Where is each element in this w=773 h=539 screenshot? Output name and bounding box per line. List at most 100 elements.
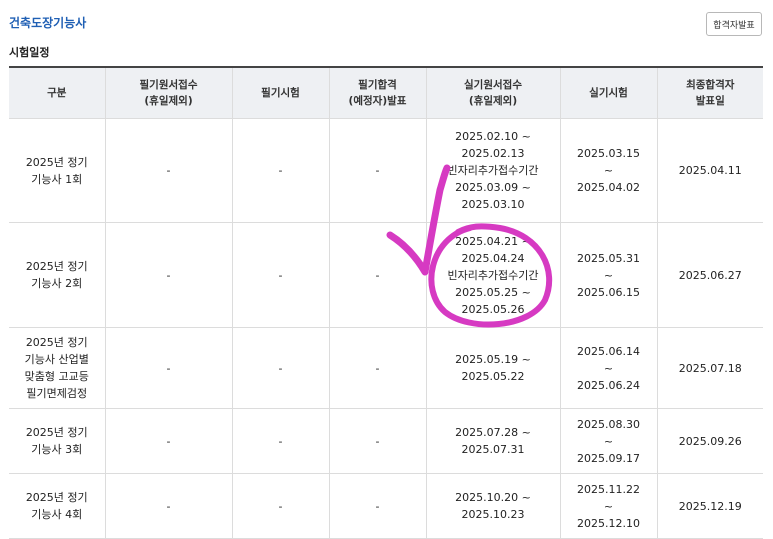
cell-text: - (375, 268, 380, 282)
cell-text: 2025.06.27 (678, 268, 742, 282)
cell-text: - (278, 361, 283, 375)
cell-text: 2025.12.19 (678, 499, 742, 513)
cell-practical-exam: 2025.03.15 ~2025.04.02 (559, 118, 658, 223)
cell-text: - (278, 164, 283, 177)
cell-written-application: - (104, 408, 233, 474)
cell-text: ~ (603, 361, 614, 375)
header-written-pass: 필기합격 (예정자)발표 (328, 66, 427, 119)
cell-final-pass: 2025.12.19 (656, 473, 763, 539)
cell-practical-application: 2025.07.28 ~ 2025.07.31 (425, 408, 561, 474)
cell-text: - (278, 499, 283, 513)
cell-written-application: - (104, 222, 233, 328)
cell-text: 2025.06.24 (577, 378, 640, 392)
cell-text: - (166, 361, 171, 375)
page-title: 건축도장기능사 (9, 16, 87, 30)
cell-final-pass: 2025.06.27 (656, 222, 763, 328)
cell-text: 2025.04.11 (678, 164, 742, 177)
cell-final-pass: 2025.04.11 (656, 118, 763, 223)
cell-text: 2025.02.10 ~ (455, 130, 531, 143)
cell-text: 2025년 정기 (25, 426, 88, 439)
cell-written-application: - (104, 473, 233, 539)
cell-text: 2025.09.17 (577, 451, 640, 465)
cell-practical-exam: 2025.06.14 ~2025.06.24 (559, 327, 658, 409)
cell-text: 빈자리추가접수기간 (447, 164, 539, 177)
header-written-exam: 필기시험 (231, 66, 330, 119)
table-row: 2025년 정기 기능사 3회 - - -2025.07.28 ~2025.07.31 2… (9, 408, 763, 474)
cell-text: 구분 (47, 87, 67, 99)
cell-text: 2025년 정기 (25, 260, 88, 273)
cell-text: - (375, 499, 380, 513)
cell-text: 2025.04.21 ~ (455, 234, 531, 248)
header-final-pass: 최종합격자발표일 (656, 66, 763, 119)
cell-text: 필기원서접수 (139, 79, 198, 91)
cell-category: 2025년 정기기능사 4회 (9, 473, 106, 539)
cell-text: 최종합격자 (686, 79, 735, 91)
result-announcement-button[interactable]: 합격자발표 (706, 12, 762, 36)
cell-text: 2025.09.26 (678, 434, 742, 448)
cell-text: 2025년 정기 (25, 491, 88, 504)
cell-written-pass: - (328, 327, 427, 409)
table-row: 2025년 정기 기능사 2회 - - - 2025.04.21 ~ 2025.04.24 빈… (9, 222, 763, 328)
cell-text: (휴일제외) (144, 95, 193, 107)
cell-text: 2025.03.15 (577, 147, 640, 160)
cell-practical-exam: 2025.08.30 ~2025.09.17 (559, 408, 658, 474)
table-row: 2025년 정기 기능사 1회 - - - 2025.02.10 ~ 2025.02.13 빈… (9, 118, 763, 223)
cell-written-pass: - (328, 118, 427, 223)
cell-text: 2025년 정기 (25, 155, 88, 169)
cell-text: (휴일제외) (468, 95, 518, 107)
cell-text: 2025.03.10 (461, 198, 525, 211)
cell-written-pass: - (328, 473, 427, 539)
header-practical-exam: 실기시험 (559, 66, 658, 119)
cell-text: 2025.05.31 (577, 251, 640, 265)
cell-text: 필기합격 (358, 79, 397, 91)
cell-text: ~ (603, 268, 614, 282)
table-row: 2025년 정기 기능사 4회 - - -2025.10.20 ~2025.10.23 2… (9, 473, 763, 539)
cell-practical-application: 2025.04.21 ~ 2025.04.24 빈자리추가접수기간 2025.05.2… (425, 222, 561, 328)
cell-practical-application: 2025.10.20 ~ 2025.10.23 (425, 473, 561, 539)
header-written-application: 필기원서접수 (휴일제외) (104, 66, 233, 119)
cell-written-application: - (104, 118, 233, 223)
cell-text: 기능사 4회 (31, 508, 83, 521)
cell-text: 2025.05.19 ~ (455, 353, 531, 366)
cell-text: 2025.10.23 (461, 508, 525, 521)
cell-text: 2025.04.24 (461, 251, 525, 265)
header-category: 구분 (9, 66, 106, 119)
cell-written-exam: - (231, 118, 330, 223)
cell-text: 실기원서접수 (464, 79, 522, 91)
cell-category: 2025년 정기 기능사 1회 (9, 118, 106, 223)
cell-text: - (375, 164, 380, 177)
cell-category: 2025년 정기 기능사 2회 (9, 222, 106, 328)
cell-text: - (375, 361, 380, 375)
cell-category: 2025년 정기 기능사 3회 (9, 408, 106, 474)
cell-text: 2025.07.31 (461, 443, 525, 456)
cell-written-pass: - (328, 408, 427, 474)
cell-text: 발표일 (695, 95, 725, 107)
cell-written-application: - (104, 327, 233, 409)
cell-text: 실기시험 (589, 87, 628, 99)
cell-text: 2025.07.28 ~ (455, 426, 531, 439)
cell-written-exam: - (231, 327, 330, 409)
cell-category: 2025년 정기 기능사 산업별 맞춤형 고교등 필기면제검정 (9, 327, 106, 409)
cell-text: - (375, 434, 380, 448)
cell-written-exam: - (231, 408, 330, 474)
exam-schedule-table: 구분 필기원서접수 (휴일제외) 필기시험 필기합격 (예정자)발표 실기원서접수 (휴일제외… (9, 66, 763, 539)
cell-text: - (166, 434, 171, 448)
cell-text: 기능사 산업별 (24, 353, 89, 366)
cell-text: 2025.12.10 (577, 516, 640, 530)
cell-text: 2025.04.02 (577, 181, 640, 194)
cell-text: ~ (603, 434, 614, 448)
cell-text: 2025.07.18 (678, 361, 742, 375)
cell-text: 2025.05.22 (461, 370, 525, 383)
cell-practical-application: 2025.02.10 ~ 2025.02.13 빈자리추가접수기간 2025.03.0… (425, 118, 561, 223)
cell-text: 2025.06.15 (577, 285, 640, 299)
cell-text: 2025.06.14 (577, 344, 640, 358)
header-practical-application: 실기원서접수 (휴일제외) (425, 66, 561, 119)
cell-text: 필기면제검정 (26, 387, 88, 400)
cell-text: (예정자)발표 (348, 95, 407, 107)
cell-text: - (166, 164, 171, 177)
cell-text: - (278, 434, 283, 448)
cell-text: - (166, 499, 171, 513)
table-header-row: 구분 필기원서접수 (휴일제외) 필기시험 필기합격 (예정자)발표 실기원서접수 (휴일제외… (9, 66, 763, 119)
cell-text: - (166, 268, 171, 282)
section-title: 시험일정 (9, 46, 50, 59)
